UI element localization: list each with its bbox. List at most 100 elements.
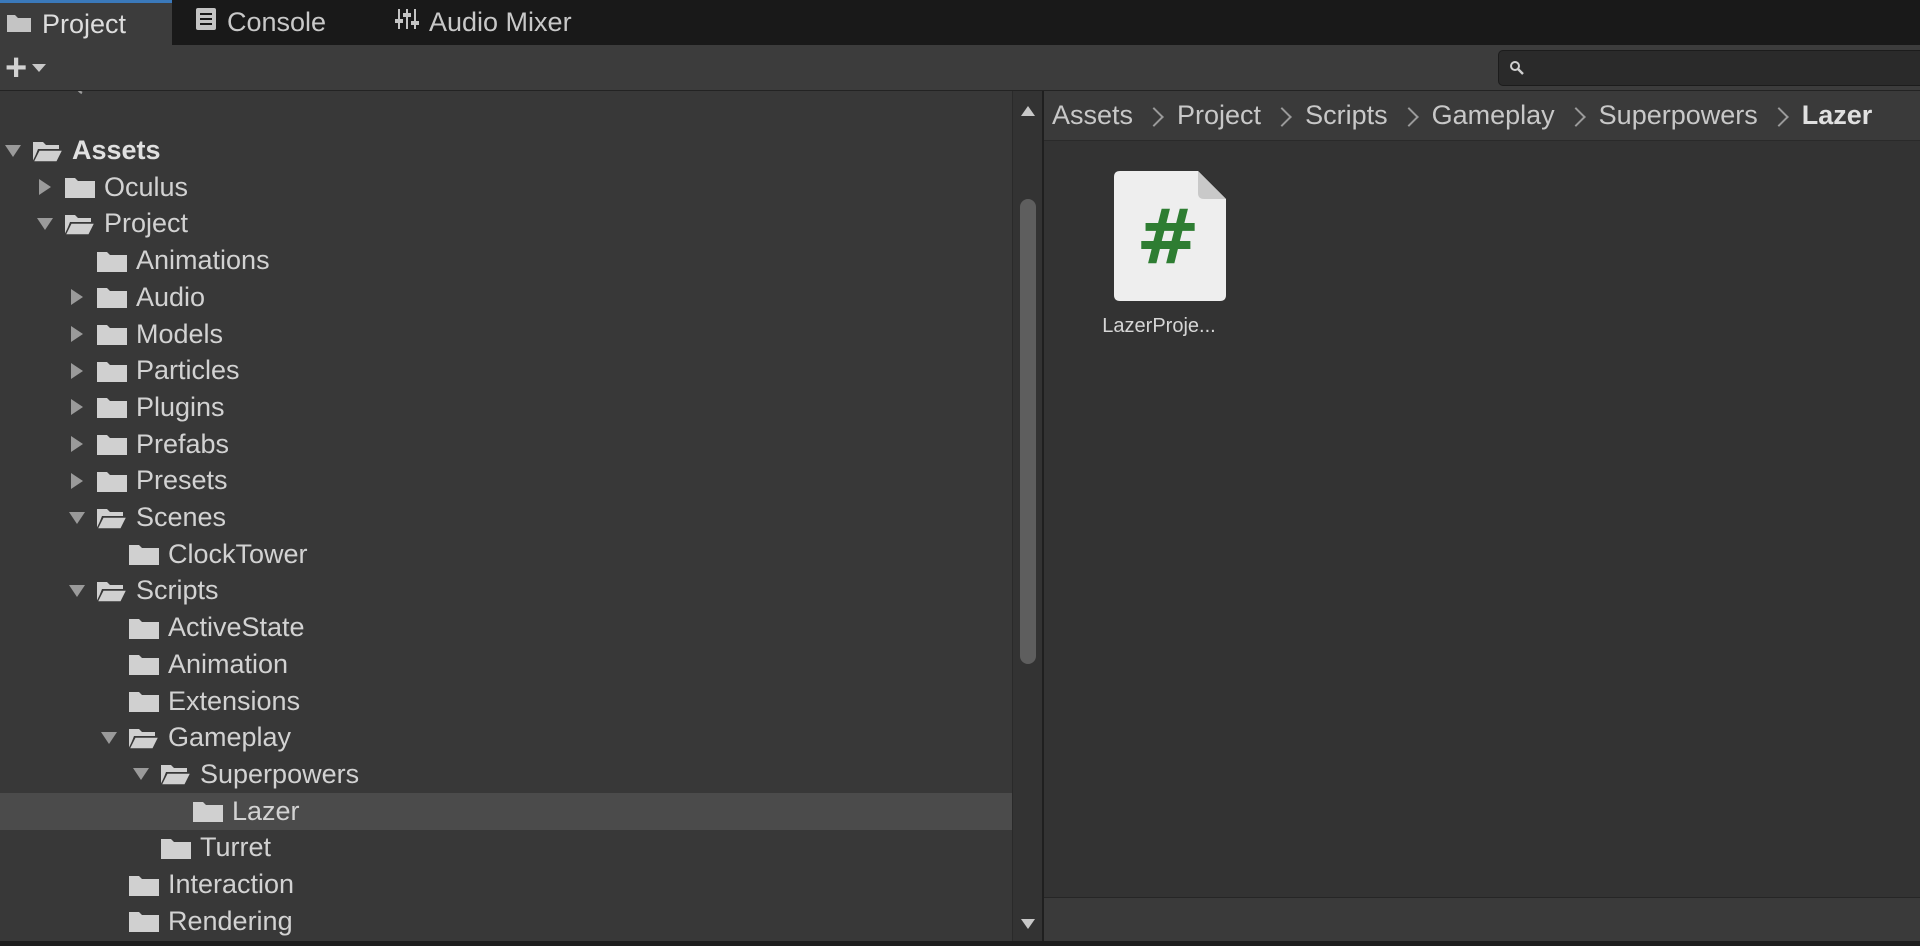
tree-row[interactable]: Extensions [0,683,1012,720]
scroll-down-arrow-icon[interactable] [1021,919,1035,929]
search-input[interactable] [1533,51,1913,85]
folder-open-icon [96,581,128,603]
chevron-right-icon [1272,106,1292,127]
tab-project[interactable]: Project [0,0,172,45]
scrollbar-thumb[interactable] [1020,199,1036,664]
tree-item-label: Gameplay [168,722,292,753]
clipped-row-icon [77,91,83,95]
expand-arrow-right-icon[interactable] [66,323,88,345]
asset-item[interactable]: # LazerProje... [1084,171,1234,351]
folder-icon [129,692,159,712]
expand-arrow-right-icon[interactable] [34,176,56,198]
tree-row[interactable]: Assets [0,132,1012,169]
tree-item-label: Animation [168,648,289,679]
tree-row[interactable]: Audio [0,279,1012,316]
tree-row[interactable]: Gameplay [0,719,1012,756]
tree-row[interactable]: Prefabs [0,426,1012,463]
folder-icon [129,618,159,639]
chevron-right-icon [1398,106,1419,127]
tree-scrollbar[interactable] [1012,91,1042,946]
expand-arrow-down-icon[interactable] [130,763,152,785]
folder-open-icon [32,141,64,163]
tab-console[interactable]: Console [195,0,326,45]
tree-row[interactable]: ClockTower [0,536,1012,573]
tree-row[interactable]: Animations [0,242,1012,279]
csharp-script-icon: # [1114,171,1226,301]
tree-row[interactable]: Superpowers [0,756,1012,793]
tab-label: Audio Mixer [429,7,572,37]
folder-tree[interactable]: Assets Oculus Project Animations Audio Models… [0,91,1012,946]
chevron-right-icon [1565,106,1586,127]
folder-icon [65,178,95,199]
breadcrumb-item-gameplay[interactable]: Gameplay [1432,100,1555,131]
breadcrumb-item-scripts[interactable]: Scripts [1305,100,1388,131]
tree-row[interactable]: Turret [0,829,1012,866]
scroll-up-arrow-icon[interactable] [1021,106,1035,116]
expand-arrow-right-icon[interactable] [66,396,88,418]
expand-arrow-down-icon[interactable] [66,507,88,529]
folder-icon [97,325,127,345]
asset-name: LazerProje... [1102,315,1216,337]
breadcrumb-item-assets[interactable]: Assets [1052,100,1133,131]
folder-icon [129,545,159,566]
create-dropdown-button[interactable]: + [5,47,63,89]
tree-item-label: Lazer [232,795,300,826]
tree-item-label: Audio [136,281,206,312]
expand-arrow-right-icon[interactable] [66,470,88,492]
tab-label: Console [227,7,327,37]
expand-arrow-right-icon[interactable] [66,433,88,455]
console-icon [195,7,217,38]
folder-open-icon [96,508,128,530]
tree-row[interactable]: Project [0,205,1012,242]
window-bottom-edge [0,941,1920,946]
expand-arrow-right-icon[interactable] [66,360,88,382]
folder-icon [193,802,223,823]
tree-row[interactable]: Scripts [0,572,1012,609]
tree-row[interactable]: Interaction [0,866,1012,903]
tree-row[interactable]: Models [0,316,1012,353]
folder-icon [129,655,159,676]
tree-item-label: Interaction [168,869,295,899]
tree-item-label: Oculus [104,171,189,202]
window-tab-bar: Project Console Audio Mixer [0,0,1920,45]
tree-item-label: ActiveState [168,612,305,643]
tree-item-label: Rendering [168,905,293,936]
tree-row[interactable]: Animation [0,646,1012,683]
expand-arrow-down-icon[interactable] [2,140,24,162]
tree-item-label: Assets [72,135,161,165]
breadcrumb-item-lazer[interactable]: Lazer [1802,100,1873,131]
chevron-right-icon [1768,106,1789,127]
content-status-bar [1044,897,1920,946]
tree-item-label: ClockTower [168,538,308,569]
expand-arrow-right-icon[interactable] [66,286,88,308]
tree-item-label: Particles [136,355,240,386]
tree-row[interactable]: Presets [0,462,1012,499]
expand-arrow-down-icon[interactable] [66,580,88,602]
tree-row[interactable]: Plugins [0,389,1012,426]
search-icon [1510,61,1524,75]
expand-arrow-down-icon[interactable] [98,727,120,749]
folder-icon [97,398,127,419]
breadcrumb-item-project[interactable]: Project [1177,100,1261,131]
tree-row[interactable]: Lazer [0,792,1012,830]
tree-item-label: Prefabs [136,428,230,459]
folder-open-icon [64,214,96,236]
chevron-down-icon [32,64,47,72]
tree-row[interactable]: Scenes [0,499,1012,536]
tree-row[interactable]: Rendering [0,903,1012,940]
expand-arrow-down-icon[interactable] [34,213,56,235]
search-field[interactable] [1498,50,1920,86]
tree-row[interactable]: ActiveState [0,609,1012,646]
tree-item-label: Scripts [136,575,219,606]
plus-icon: + [5,47,28,89]
tree-item-label: Turret [200,832,272,863]
tree-row[interactable]: Particles [0,352,1012,389]
tab-audio-mixer[interactable]: Audio Mixer [395,0,572,45]
tree-row[interactable]: Oculus [0,169,1012,206]
breadcrumb-item-superpowers[interactable]: Superpowers [1599,100,1758,131]
tree-item-label: Extensions [168,685,301,716]
